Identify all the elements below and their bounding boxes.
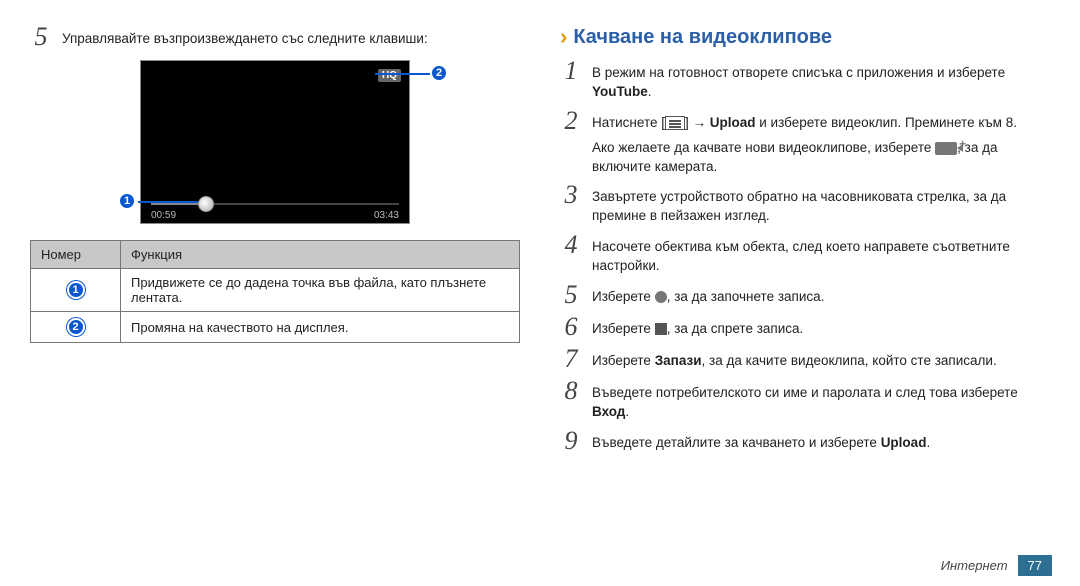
callout-2: 2: [430, 64, 448, 82]
step-9: 9 Въведете детайлите за качването и избе…: [560, 428, 1050, 454]
step-6: 6 Изберете , за да спрете записа.: [560, 314, 1050, 340]
step-5: 5 Изберете , за да започнете записа.: [560, 282, 1050, 308]
legend-table: Номер Функция 1 Придвижете се до дадена …: [30, 240, 520, 343]
step-8: 8 Въведете потребителското си име и паро…: [560, 378, 1050, 422]
step-text: Управлявайте възпроизвеждането със следн…: [62, 24, 428, 49]
section-heading: › Качване на видеоклипове: [560, 24, 1050, 50]
menu-icon: [665, 116, 685, 130]
right-column: › Качване на видеоклипове 1 В режим на г…: [560, 24, 1050, 460]
th-function: Функция: [121, 241, 520, 269]
page-footer: Интернет 77: [941, 555, 1052, 576]
time-elapsed: 00:59: [151, 210, 176, 221]
time-total: 03:43: [374, 210, 399, 221]
row-num-2: 2: [67, 318, 85, 336]
step-1: 1 В режим на готовност отворете списъка …: [560, 58, 1050, 102]
row-num-1: 1: [67, 281, 85, 299]
footer-label: Интернет: [941, 558, 1008, 573]
table-row: 1 Придвижете се до дадена точка във файл…: [31, 269, 520, 312]
section-title: Качване на видеоклипове: [573, 26, 832, 49]
step-number: 5: [30, 24, 52, 50]
hq-badge: HQ: [378, 69, 401, 82]
video-figure: HQ 00:59 03:43 2 1: [110, 60, 440, 224]
callout-1: 1: [118, 192, 136, 210]
camera-plus-icon: +: [935, 142, 957, 155]
video-frame: HQ 00:59 03:43: [140, 60, 410, 224]
stop-icon: [655, 323, 667, 335]
th-number: Номер: [31, 241, 121, 269]
step-2: 2 Натиснете [] → Upload и изберете видео…: [560, 108, 1050, 177]
step-5-left: 5 Управлявайте възпроизвеждането със сле…: [30, 24, 520, 50]
progress-bar[interactable]: [151, 203, 399, 205]
record-icon: [655, 291, 667, 303]
chevron-icon: ›: [560, 24, 567, 50]
left-column: 5 Управлявайте възпроизвеждането със сле…: [30, 24, 530, 460]
table-row: 2 Промяна на качеството на дисплея.: [31, 312, 520, 343]
step-4: 4 Насочете обектива към обекта, след кое…: [560, 232, 1050, 276]
progress-knob[interactable]: [198, 196, 214, 212]
row-desc: Придвижете се до дадена точка във файла,…: [121, 269, 520, 312]
footer-page-number: 77: [1018, 555, 1052, 576]
row-desc: Промяна на качеството на дисплея.: [121, 312, 520, 343]
step-7: 7 Изберете Запази, за да качите видеокли…: [560, 346, 1050, 372]
step-3: 3 Завъртете устройството обратно на часо…: [560, 182, 1050, 226]
